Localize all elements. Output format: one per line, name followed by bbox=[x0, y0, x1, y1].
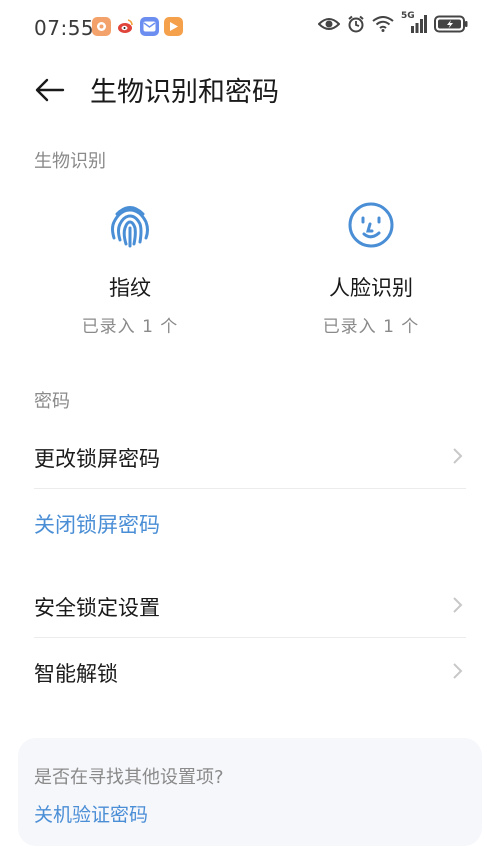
video-app-icon bbox=[164, 17, 183, 36]
face-icon bbox=[346, 200, 396, 250]
status-time: 07:55 bbox=[34, 16, 95, 40]
suggestion-card: 是否在寻找其他设置项? 关机验证密码 bbox=[18, 738, 482, 846]
status-bar: 07:55 5G bbox=[0, 0, 500, 56]
disable-lock-password-row[interactable]: 关闭锁屏密码 bbox=[0, 489, 500, 555]
chevron-right-icon bbox=[453, 663, 463, 679]
chevron-right-icon bbox=[453, 448, 463, 464]
mail-app-icon bbox=[140, 17, 159, 36]
chevron-right-icon bbox=[453, 597, 463, 613]
back-button[interactable] bbox=[30, 72, 70, 108]
cellular-signal-icon: 5G bbox=[401, 11, 427, 33]
page-title: 生物识别和密码 bbox=[90, 77, 279, 108]
change-lock-password-label: 更改锁屏密码 bbox=[34, 447, 160, 471]
fingerprint-icon bbox=[105, 200, 155, 250]
fingerprint-label: 指纹 bbox=[109, 276, 151, 300]
security-lock-settings-label: 安全锁定设置 bbox=[34, 596, 160, 620]
face-recognition-status: 已录入 1 个 bbox=[322, 317, 420, 337]
suggestion-question: 是否在寻找其他设置项? bbox=[34, 767, 224, 788]
face-recognition-option[interactable]: 人脸识别 已录入 1 个 bbox=[271, 200, 471, 337]
weibo-icon bbox=[116, 17, 135, 36]
face-recognition-label: 人脸识别 bbox=[329, 276, 413, 300]
security-lock-settings-row[interactable]: 安全锁定设置 bbox=[0, 572, 500, 638]
back-arrow-icon bbox=[35, 78, 65, 102]
wifi-icon bbox=[372, 16, 394, 32]
fingerprint-status: 已录入 1 个 bbox=[81, 317, 179, 337]
fingerprint-option[interactable]: 指纹 已录入 1 个 bbox=[30, 200, 230, 337]
status-indicators: 5G bbox=[318, 11, 468, 33]
eye-icon bbox=[318, 18, 340, 30]
battery-charging-icon bbox=[434, 15, 468, 33]
change-lock-password-row[interactable]: 更改锁屏密码 bbox=[0, 423, 500, 489]
shutdown-password-link[interactable]: 关机验证密码 bbox=[34, 800, 148, 827]
disable-lock-password-label: 关闭锁屏密码 bbox=[34, 513, 160, 537]
smart-unlock-row[interactable]: 智能解锁 bbox=[0, 638, 500, 704]
smart-unlock-label: 智能解锁 bbox=[34, 662, 118, 686]
biometrics-section-label: 生物识别 bbox=[34, 151, 106, 172]
alarm-icon bbox=[348, 15, 364, 33]
app-notification-icon bbox=[92, 17, 111, 36]
password-section-label: 密码 bbox=[34, 391, 70, 412]
notification-icons bbox=[92, 17, 183, 36]
